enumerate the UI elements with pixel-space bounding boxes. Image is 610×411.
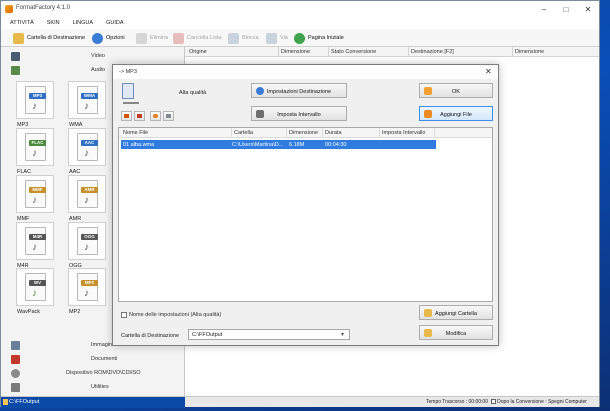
column-folder[interactable]: Cartella (234, 130, 253, 136)
quality-slider[interactable] (123, 102, 139, 104)
column-size-out[interactable]: Dimensione (515, 49, 544, 55)
app-logo-icon (5, 5, 13, 13)
dialog-title-bar: -> MP3 ✕ (113, 65, 498, 79)
menu-attivita[interactable]: ATTIVITÀ (1, 18, 38, 29)
document-icon (11, 355, 20, 364)
output-path[interactable]: C:\FFOutput (1, 397, 185, 408)
destination-settings-button[interactable]: Impostazioni Destinazione (251, 83, 347, 98)
video-icon (11, 52, 20, 61)
column-duration[interactable]: Durata (325, 130, 342, 136)
clear-list-button[interactable]: Cancella Lista (173, 30, 222, 46)
start-icon (266, 32, 277, 44)
task-list-header: Origine Dimensione Stato Conversione Des… (185, 47, 599, 57)
remove-button[interactable]: Elimina (136, 30, 168, 46)
amr-icon: AMR (81, 187, 98, 193)
menu-lingua[interactable]: LINGUA (64, 18, 97, 29)
add-folder-button[interactable]: Aggiungi Cartella (419, 305, 493, 320)
column-size[interactable]: Dimensione (281, 49, 310, 55)
close-icon[interactable]: ✕ (485, 67, 492, 76)
column-interval[interactable]: Imposta Intervallo (382, 130, 425, 136)
wma-icon: WMA (81, 93, 98, 99)
status-bar: C:\FFOutput Tempo Trascorso : 00:00:00 D… (1, 396, 599, 408)
remove-file-button[interactable] (134, 111, 145, 121)
category-utilities[interactable]: Utilities (1, 381, 185, 393)
stop-icon (228, 32, 239, 44)
settings-name-checkbox[interactable] (121, 312, 127, 318)
file-folder: C:\Users\Martina\D... (232, 141, 284, 148)
mp3-dialog: -> MP3 ✕ Alta qualità Impostazioni Desti… (112, 64, 499, 346)
options-icon (92, 32, 103, 44)
aac-icon: AAC (81, 140, 98, 146)
clear-list-icon (173, 32, 184, 44)
chevron-down-icon[interactable]: ▾ (341, 331, 344, 338)
destination-folder-button[interactable]: Cartella di Destinazione (13, 30, 85, 46)
modify-button[interactable]: Modifica (419, 325, 493, 340)
utilities-icon (11, 383, 20, 392)
audio-icon (11, 66, 20, 75)
minimize-icon[interactable]: – (533, 1, 555, 18)
play-button[interactable] (121, 111, 132, 121)
settings-name-label: Nome delle impostazioni (Alta qualità) (129, 312, 222, 318)
title-bar: FormatFactory 4.1.0 – □ ✕ (1, 1, 599, 18)
window-controls: – □ ✕ (533, 1, 599, 18)
toolbar: Cartella di Destinazione Opzioni Elimina… (1, 29, 599, 47)
play-icon (124, 114, 129, 118)
column-status[interactable]: Stato Conversione (331, 49, 376, 55)
category-documents[interactable]: Documenti (1, 353, 185, 365)
options-button[interactable]: Opzioni (92, 30, 125, 46)
info-icon (166, 114, 171, 118)
menu-skin[interactable]: SKIN (38, 18, 64, 29)
file-name: 01 alba.wma (123, 141, 155, 148)
remove-icon (136, 32, 147, 44)
file-duration: 00:04:30 (325, 141, 347, 148)
m4r-icon: M4R (29, 234, 46, 240)
column-destination[interactable]: Destinazione [F2] (411, 49, 454, 55)
destination-folder-label: Cartella di Destinazione (121, 333, 180, 339)
after-conversion-checkbox[interactable] (490, 399, 496, 405)
disc-icon (11, 369, 20, 378)
column-file-name[interactable]: Nome File (123, 130, 148, 136)
set-interval-button[interactable]: Imposta Intervallo (251, 106, 347, 121)
destination-folder-value: C:\FFOutput (192, 332, 223, 338)
globe-icon (294, 32, 305, 44)
ok-button[interactable]: OK (419, 83, 493, 98)
status-info: Tempo Trascorso : 00:00:00 Dopo la Conve… (426, 399, 587, 405)
menu-bar: ATTIVITÀ SKIN LINGUA GUIDA (1, 18, 599, 29)
mp3-icon: MP3 (29, 93, 46, 99)
ogg-icon: OGG (81, 234, 98, 240)
wavpack-icon: WV (29, 280, 46, 286)
image-icon (11, 341, 20, 350)
category-rom-dvd-cd-iso[interactable]: Dispositivo ROM\DVD\CD\ISO (1, 367, 185, 379)
mp2-icon: MP2 (81, 280, 98, 286)
elapsed-time: Tempo Trascorso : 00:00:00 (426, 399, 488, 405)
close-icon[interactable]: ✕ (577, 1, 599, 18)
file-info-button[interactable] (163, 111, 174, 121)
file-list: Nome File Cartella Dimensione Durata Imp… (118, 127, 493, 302)
column-origin[interactable]: Origine (189, 49, 207, 55)
start-button[interactable]: Via (266, 30, 288, 46)
file-list-header: Nome File Cartella Dimensione Durata Imp… (119, 128, 492, 138)
destination-folder-select[interactable]: C:\FFOutput ▾ (188, 329, 350, 340)
table-row[interactable]: 01 alba.wma C:\Users\Martina\D... 6.18M … (121, 140, 436, 149)
clear-files-button[interactable] (150, 111, 161, 121)
after-conversion-label: Dopo la Conversione : Spegni Computer (497, 399, 587, 405)
folder-icon (13, 32, 24, 44)
remove-icon (137, 114, 142, 118)
home-page-button[interactable]: Pagina Iniziale (294, 30, 344, 46)
menu-guida[interactable]: GUIDA (97, 18, 127, 29)
maximize-icon[interactable]: □ (555, 1, 577, 18)
mmf-icon: MMF (29, 187, 46, 193)
window-title: FormatFactory 4.1.0 (16, 5, 71, 11)
add-file-button[interactable]: Aggiungi File (419, 106, 493, 121)
dialog-title: -> MP3 (119, 69, 137, 75)
category-video[interactable]: Video (1, 50, 185, 62)
folder-icon (3, 399, 8, 405)
clear-icon (153, 114, 158, 118)
audio-file-icon (122, 83, 134, 99)
stop-button[interactable]: Blocca (228, 30, 259, 46)
file-size: 6.18M (289, 141, 305, 148)
column-file-size[interactable]: Dimensione (289, 130, 318, 136)
quality-label: Alta qualità (179, 90, 207, 96)
flac-icon: FLAC (29, 140, 46, 146)
